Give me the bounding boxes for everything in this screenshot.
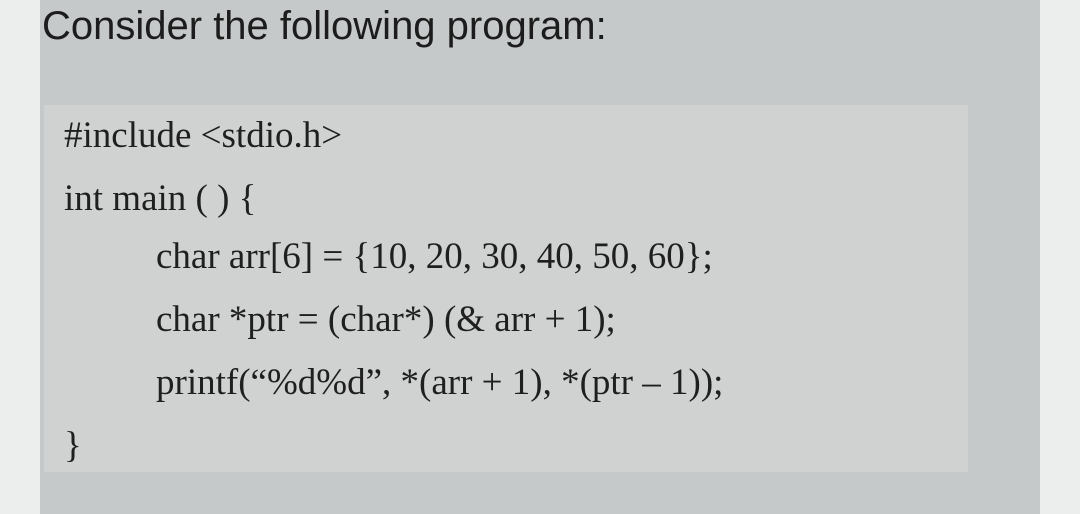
- code-line-main: int main ( ) {: [64, 178, 257, 219]
- code-line-array: char arr[6] = {10, 20, 30, 40, 50, 60};: [156, 236, 713, 277]
- question-text: Consider the following program:: [42, 4, 607, 48]
- code-line-include: #include <stdio.h>: [64, 115, 343, 156]
- code-line-pointer: char *ptr = (char*) (& arr + 1);: [156, 299, 616, 340]
- code-line-printf: printf(“%d%d”, *(arr + 1), *(ptr – 1));: [156, 362, 724, 403]
- code-line-close-brace: }: [64, 425, 82, 466]
- code-block: #include <stdio.h> int main ( ) { char a…: [44, 105, 968, 472]
